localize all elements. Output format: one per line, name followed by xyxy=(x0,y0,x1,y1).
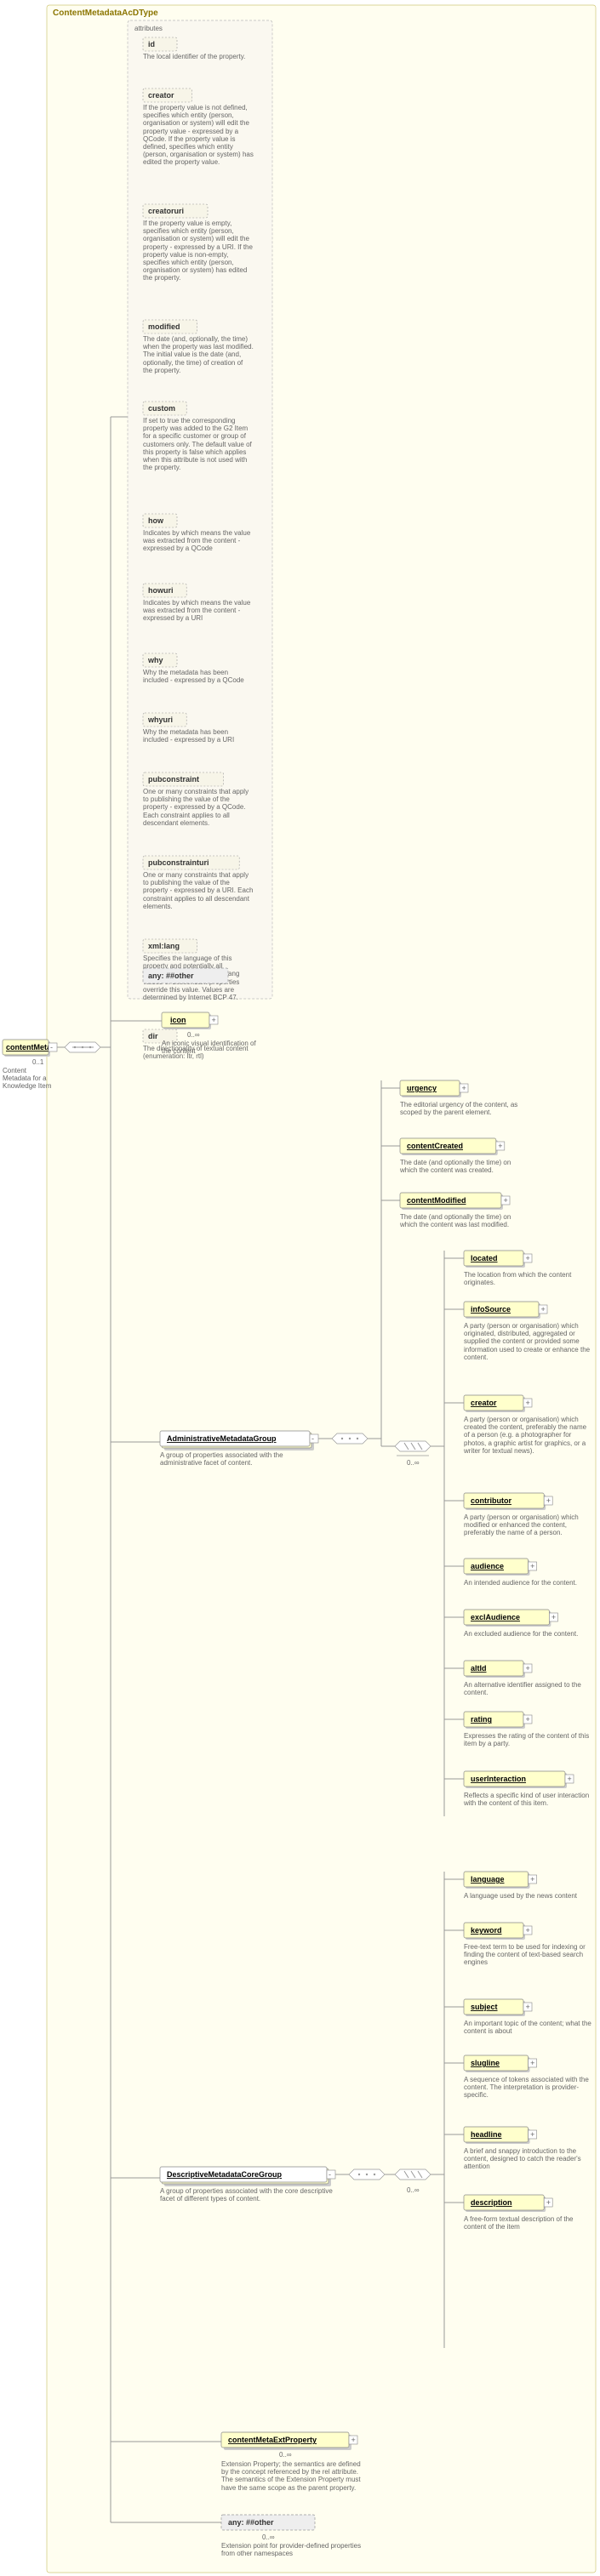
svg-text:icon: icon xyxy=(170,1016,186,1024)
svg-text:userInteraction: userInteraction xyxy=(471,1775,526,1783)
svg-text:contentMeta: contentMeta xyxy=(6,1043,52,1051)
svg-text:id: id xyxy=(148,40,155,48)
svg-text:+: + xyxy=(526,1399,530,1407)
svg-text:+: + xyxy=(526,1664,530,1673)
svg-text:dir: dir xyxy=(148,1032,158,1040)
svg-text:contributor: contributor xyxy=(471,1496,511,1505)
svg-text:located: located xyxy=(471,1254,498,1262)
svg-text:+: + xyxy=(546,2198,551,2207)
attribute-list: idThe local identifier of the property.c… xyxy=(143,37,254,1079)
schema-diagram: ContentMetadataAcDType contentMeta - 0..… xyxy=(0,0,600,2576)
svg-text:0..∞: 0..∞ xyxy=(187,1031,200,1039)
svg-text:AdministrativeMetadataGroup: AdministrativeMetadataGroup xyxy=(167,1434,277,1443)
svg-text:pubconstraint: pubconstraint xyxy=(148,775,199,784)
ext-prop-node: contentMetaExtProperty + 0..∞ Extension … xyxy=(221,2432,366,2520)
svg-text:modified: modified xyxy=(148,322,180,331)
svg-text:subject: subject xyxy=(471,2003,498,2011)
attr-any: any: ##other xyxy=(143,968,228,983)
svg-text:+: + xyxy=(526,2003,530,2011)
svg-text:-: - xyxy=(50,1043,53,1051)
svg-text:+: + xyxy=(212,1016,216,1024)
svg-text:howuri: howuri xyxy=(148,586,174,595)
svg-text:altId: altId xyxy=(471,1664,487,1673)
svg-text:keyword: keyword xyxy=(471,1926,502,1935)
svg-text:whyuri: whyuri xyxy=(147,715,173,724)
svg-text:slugline: slugline xyxy=(471,2059,500,2067)
svg-text:contentModified: contentModified xyxy=(407,1196,466,1205)
svg-text:xml:lang: xml:lang xyxy=(148,942,180,950)
svg-text:+: + xyxy=(498,1142,502,1150)
svg-text:rating: rating xyxy=(471,1715,492,1724)
svg-text:+: + xyxy=(568,1775,572,1783)
svg-text:language: language xyxy=(471,1875,505,1884)
svg-text:+: + xyxy=(526,1254,530,1262)
admin-sequence xyxy=(332,1433,368,1444)
svg-text:attributes: attributes xyxy=(134,25,163,32)
svg-text:infoSource: infoSource xyxy=(471,1305,511,1314)
root-sequence xyxy=(65,1042,100,1052)
svg-text:+: + xyxy=(462,1084,466,1092)
svg-text:+: + xyxy=(551,1613,556,1621)
svg-text:+: + xyxy=(530,2059,534,2067)
svg-text:0..∞: 0..∞ xyxy=(407,1459,420,1467)
svg-text:-: - xyxy=(311,1434,314,1443)
svg-text:+: + xyxy=(504,1196,508,1205)
admin-repeating-items: located+The location from which the cont… xyxy=(444,1251,591,1827)
svg-text:0..∞: 0..∞ xyxy=(407,2186,420,2194)
svg-text:custom: custom xyxy=(148,404,175,413)
svg-text:why: why xyxy=(147,656,163,664)
svg-text:DescriptiveMetadataCoreGroup: DescriptiveMetadataCoreGroup xyxy=(167,2170,283,2179)
svg-text:exclAudience: exclAudience xyxy=(471,1613,520,1621)
svg-text:+: + xyxy=(351,2436,356,2444)
svg-text:+: + xyxy=(530,2130,534,2139)
svg-text:headline: headline xyxy=(471,2130,502,2139)
svg-text:+: + xyxy=(526,1926,530,1935)
svg-text:description: description xyxy=(471,2198,512,2207)
root-element: contentMeta - 0..1 Content Metadata for … xyxy=(3,1040,57,1101)
svg-text:creatoruri: creatoruri xyxy=(148,207,184,215)
svg-text:any: ##other: any: ##other xyxy=(148,972,194,980)
desc-sequence xyxy=(349,2169,385,2180)
svg-text:+: + xyxy=(526,1715,530,1724)
admin-header-items: urgency+The editorial urgency of the con… xyxy=(381,1080,528,1245)
svg-text:creator: creator xyxy=(471,1399,497,1407)
svg-text:+: + xyxy=(530,1875,534,1884)
svg-text:+: + xyxy=(546,1496,551,1505)
svg-text:pubconstrainturi: pubconstrainturi xyxy=(148,858,209,867)
svg-text:0..∞: 0..∞ xyxy=(262,2533,275,2541)
svg-text:+: + xyxy=(530,1562,534,1570)
desc-group-node: DescriptiveMetadataCoreGroup - A group o… xyxy=(160,2167,335,2216)
svg-text:any: ##other: any: ##other xyxy=(228,2518,274,2527)
svg-text:urgency: urgency xyxy=(407,1084,437,1092)
svg-text:0..∞: 0..∞ xyxy=(279,2451,292,2459)
svg-text:-: - xyxy=(329,2170,331,2179)
svg-text:creator: creator xyxy=(148,91,174,100)
svg-text:+: + xyxy=(541,1305,546,1314)
type-title: ContentMetadataAcDType xyxy=(53,9,158,18)
admin-group-node: AdministrativeMetadataGroup - A group of… xyxy=(160,1431,318,1473)
svg-text:audience: audience xyxy=(471,1562,504,1570)
svg-text:contentCreated: contentCreated xyxy=(407,1142,463,1150)
svg-text:contentMetaExtProperty: contentMetaExtProperty xyxy=(228,2436,317,2444)
svg-text:0..1: 0..1 xyxy=(32,1058,44,1066)
svg-text:how: how xyxy=(148,516,164,525)
